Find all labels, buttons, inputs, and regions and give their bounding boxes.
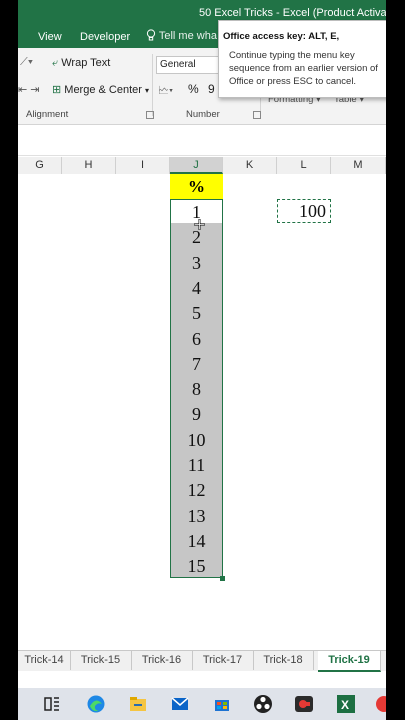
alignment-launcher-icon[interactable] xyxy=(146,111,154,119)
window-title: 50 Excel Tricks - Excel (Product Activat… xyxy=(199,7,386,19)
number-cell[interactable]: 5 xyxy=(170,301,223,326)
tab-developer[interactable]: Developer xyxy=(80,31,130,43)
worksheet-grid[interactable]: % 1 2 3 4 5 6 7 8 9 10 11 12 13 14 15 100 xyxy=(18,174,386,650)
accounting-format-icon[interactable]: 🗠▾ xyxy=(158,82,173,101)
obs-icon[interactable] xyxy=(253,694,273,714)
comma-style-button[interactable]: 9 xyxy=(208,82,215,96)
number-cell[interactable]: 6 xyxy=(170,327,223,352)
tooltip-body: Continue typing the menu key sequence fr… xyxy=(229,50,378,87)
excel-window: 50 Excel Tricks - Excel (Product Activat… xyxy=(18,0,386,720)
group-separator xyxy=(152,54,153,116)
tell-me-search[interactable]: Tell me wha xyxy=(146,29,217,42)
tooltip-title: Office access key: ALT, E, xyxy=(223,31,340,42)
number-cell[interactable]: 9 xyxy=(170,402,223,427)
chevron-down-icon: ▾ xyxy=(145,86,150,95)
sheet-tab-trick-14[interactable]: Trick-14 xyxy=(18,651,71,670)
merge-icon: ⊞ xyxy=(52,84,62,96)
merge-center-button[interactable]: ⊞ Merge & Center ▾ xyxy=(52,83,149,96)
number-cell[interactable]: 10 xyxy=(170,428,223,453)
percent-header-cell[interactable]: % xyxy=(170,174,223,199)
tell-me-text: Tell me wha xyxy=(158,30,217,42)
sheet-tab-trick-19[interactable]: Trick-19 xyxy=(318,651,381,672)
col-header-k[interactable]: K xyxy=(223,157,277,174)
record-icon[interactable] xyxy=(374,694,386,714)
sheet-tab-trick-15[interactable]: Trick-15 xyxy=(70,651,132,670)
lightbulb-icon xyxy=(146,29,156,41)
col-header-g[interactable]: G xyxy=(18,157,62,174)
col-header-j[interactable]: J xyxy=(170,157,223,174)
number-cell[interactable]: 15 xyxy=(170,554,223,579)
excel-icon[interactable]: X xyxy=(336,694,356,714)
sheet-tab-trick-18[interactable]: Trick-18 xyxy=(253,651,314,670)
wrap-text-label: Wrap Text xyxy=(61,57,111,69)
copied-cell[interactable]: 100 xyxy=(277,199,331,223)
svg-text:X: X xyxy=(341,698,349,712)
number-format-select[interactable]: General xyxy=(156,56,221,74)
indent-icon[interactable]: ⇤ ⇥ xyxy=(18,83,40,96)
formula-area xyxy=(18,125,386,156)
number-group-label: Number xyxy=(186,109,220,120)
number-cell[interactable]: 7 xyxy=(170,352,223,377)
taskbar: X xyxy=(18,688,386,720)
recorder-icon[interactable] xyxy=(294,694,314,714)
file-explorer-icon[interactable] xyxy=(128,694,148,714)
alignment-group-label: Alignment xyxy=(26,109,69,120)
store-icon[interactable] xyxy=(212,694,232,714)
access-key-tooltip: Office access key: ALT, E, Continue typi… xyxy=(218,20,386,98)
edge-icon[interactable] xyxy=(86,694,106,714)
cell-cursor-icon xyxy=(194,219,205,230)
sheet-tabs: Trick-14 Trick-15 Trick-16 Trick-17 Tric… xyxy=(18,650,386,672)
col-header-h[interactable]: H xyxy=(62,157,116,174)
wrap-text-button[interactable]: ⤶ Wrap Text xyxy=(52,57,110,70)
number-cell[interactable]: 4 xyxy=(170,276,223,301)
sheet-tab-trick-17[interactable]: Trick-17 xyxy=(192,651,254,670)
number-cell[interactable]: 13 xyxy=(170,504,223,529)
col-header-l[interactable]: L xyxy=(277,157,331,174)
fill-handle[interactable] xyxy=(220,576,225,581)
percent-style-button[interactable]: % xyxy=(188,82,199,96)
task-view-icon[interactable] xyxy=(42,694,62,714)
column-headers: G H I J K L M xyxy=(18,157,386,175)
wrap-text-icon: ⤶ xyxy=(52,57,59,69)
orientation-icon[interactable]: ⟋▾ xyxy=(20,56,33,69)
merge-center-label: Merge & Center xyxy=(64,84,142,96)
number-cell[interactable]: 12 xyxy=(170,478,223,503)
col-header-i[interactable]: I xyxy=(116,157,170,174)
sheet-tab-trick-16[interactable]: Trick-16 xyxy=(131,651,193,670)
number-cell[interactable]: 14 xyxy=(170,529,223,554)
tab-view[interactable]: View xyxy=(38,31,62,43)
number-launcher-icon[interactable] xyxy=(253,111,261,119)
mail-icon[interactable] xyxy=(170,694,190,714)
number-cell[interactable]: 11 xyxy=(170,453,223,478)
col-header-m[interactable]: M xyxy=(331,157,386,174)
number-cell[interactable]: 3 xyxy=(170,251,223,276)
number-cell[interactable]: 8 xyxy=(170,377,223,402)
